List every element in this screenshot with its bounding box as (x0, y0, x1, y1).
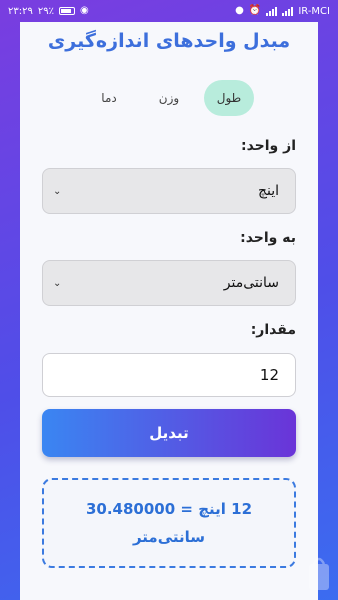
tab-length-label: طول (216, 91, 242, 105)
convert-button[interactable]: تبدیل (42, 409, 296, 457)
to-unit-value: سانتی‌متر (223, 275, 279, 291)
tab-weight-label: وزن (158, 91, 180, 105)
chevron-down-icon: ⌄ (53, 277, 62, 289)
from-unit-select[interactable]: اینچ ⌄ (42, 168, 296, 214)
amount-input[interactable] (42, 353, 296, 397)
carrier-name: IR-MCI (298, 5, 330, 17)
tab-length[interactable]: طول (204, 80, 254, 116)
app-notification-icon: ● (235, 5, 244, 16)
battery-percent: ۲۹٪ (37, 5, 54, 17)
to-unit-label: به واحد: (240, 230, 296, 246)
from-unit-label: از واحد: (240, 138, 296, 154)
to-unit-select[interactable]: سانتی‌متر ⌄ (42, 260, 296, 306)
amount-label: مقدار: (250, 322, 296, 338)
category-tabs: طول وزن دما (20, 80, 318, 116)
alarm-icon: ⏰ (248, 5, 262, 16)
result-box: 12 اینچ = 30.480000 سانتی‌متر (42, 478, 296, 568)
tab-temperature[interactable]: دما (84, 80, 134, 116)
result-line-1: 12 اینچ = 30.480000 (85, 500, 253, 518)
signal-icon (282, 6, 294, 16)
tab-temperature-label: دما (101, 91, 117, 105)
status-time: ۲۳:۲۹ (8, 5, 33, 17)
chevron-down-icon: ⌄ (53, 185, 62, 197)
app-store-watermark-icon (309, 557, 329, 590)
tab-weight[interactable]: وزن (144, 80, 194, 116)
status-left: ۲۳:۲۹ ۲۹٪ ◉ (8, 6, 89, 17)
status-right: ● ⏰ IR-MCI (235, 6, 330, 17)
converter-card: مبدل واحدهای اندازه‌گیری طول وزن دما از … (20, 22, 318, 600)
from-unit-value: اینچ (257, 183, 279, 199)
notification-icon: ◉ (79, 5, 89, 16)
result-line-2: سانتی‌متر (132, 528, 206, 546)
page-title: مبدل واحدهای اندازه‌گیری (47, 30, 291, 52)
status-bar: ۲۳:۲۹ ۲۹٪ ◉ ● ⏰ IR-MCI (0, 0, 338, 22)
wifi-icon (266, 6, 278, 16)
battery-icon (58, 7, 75, 15)
